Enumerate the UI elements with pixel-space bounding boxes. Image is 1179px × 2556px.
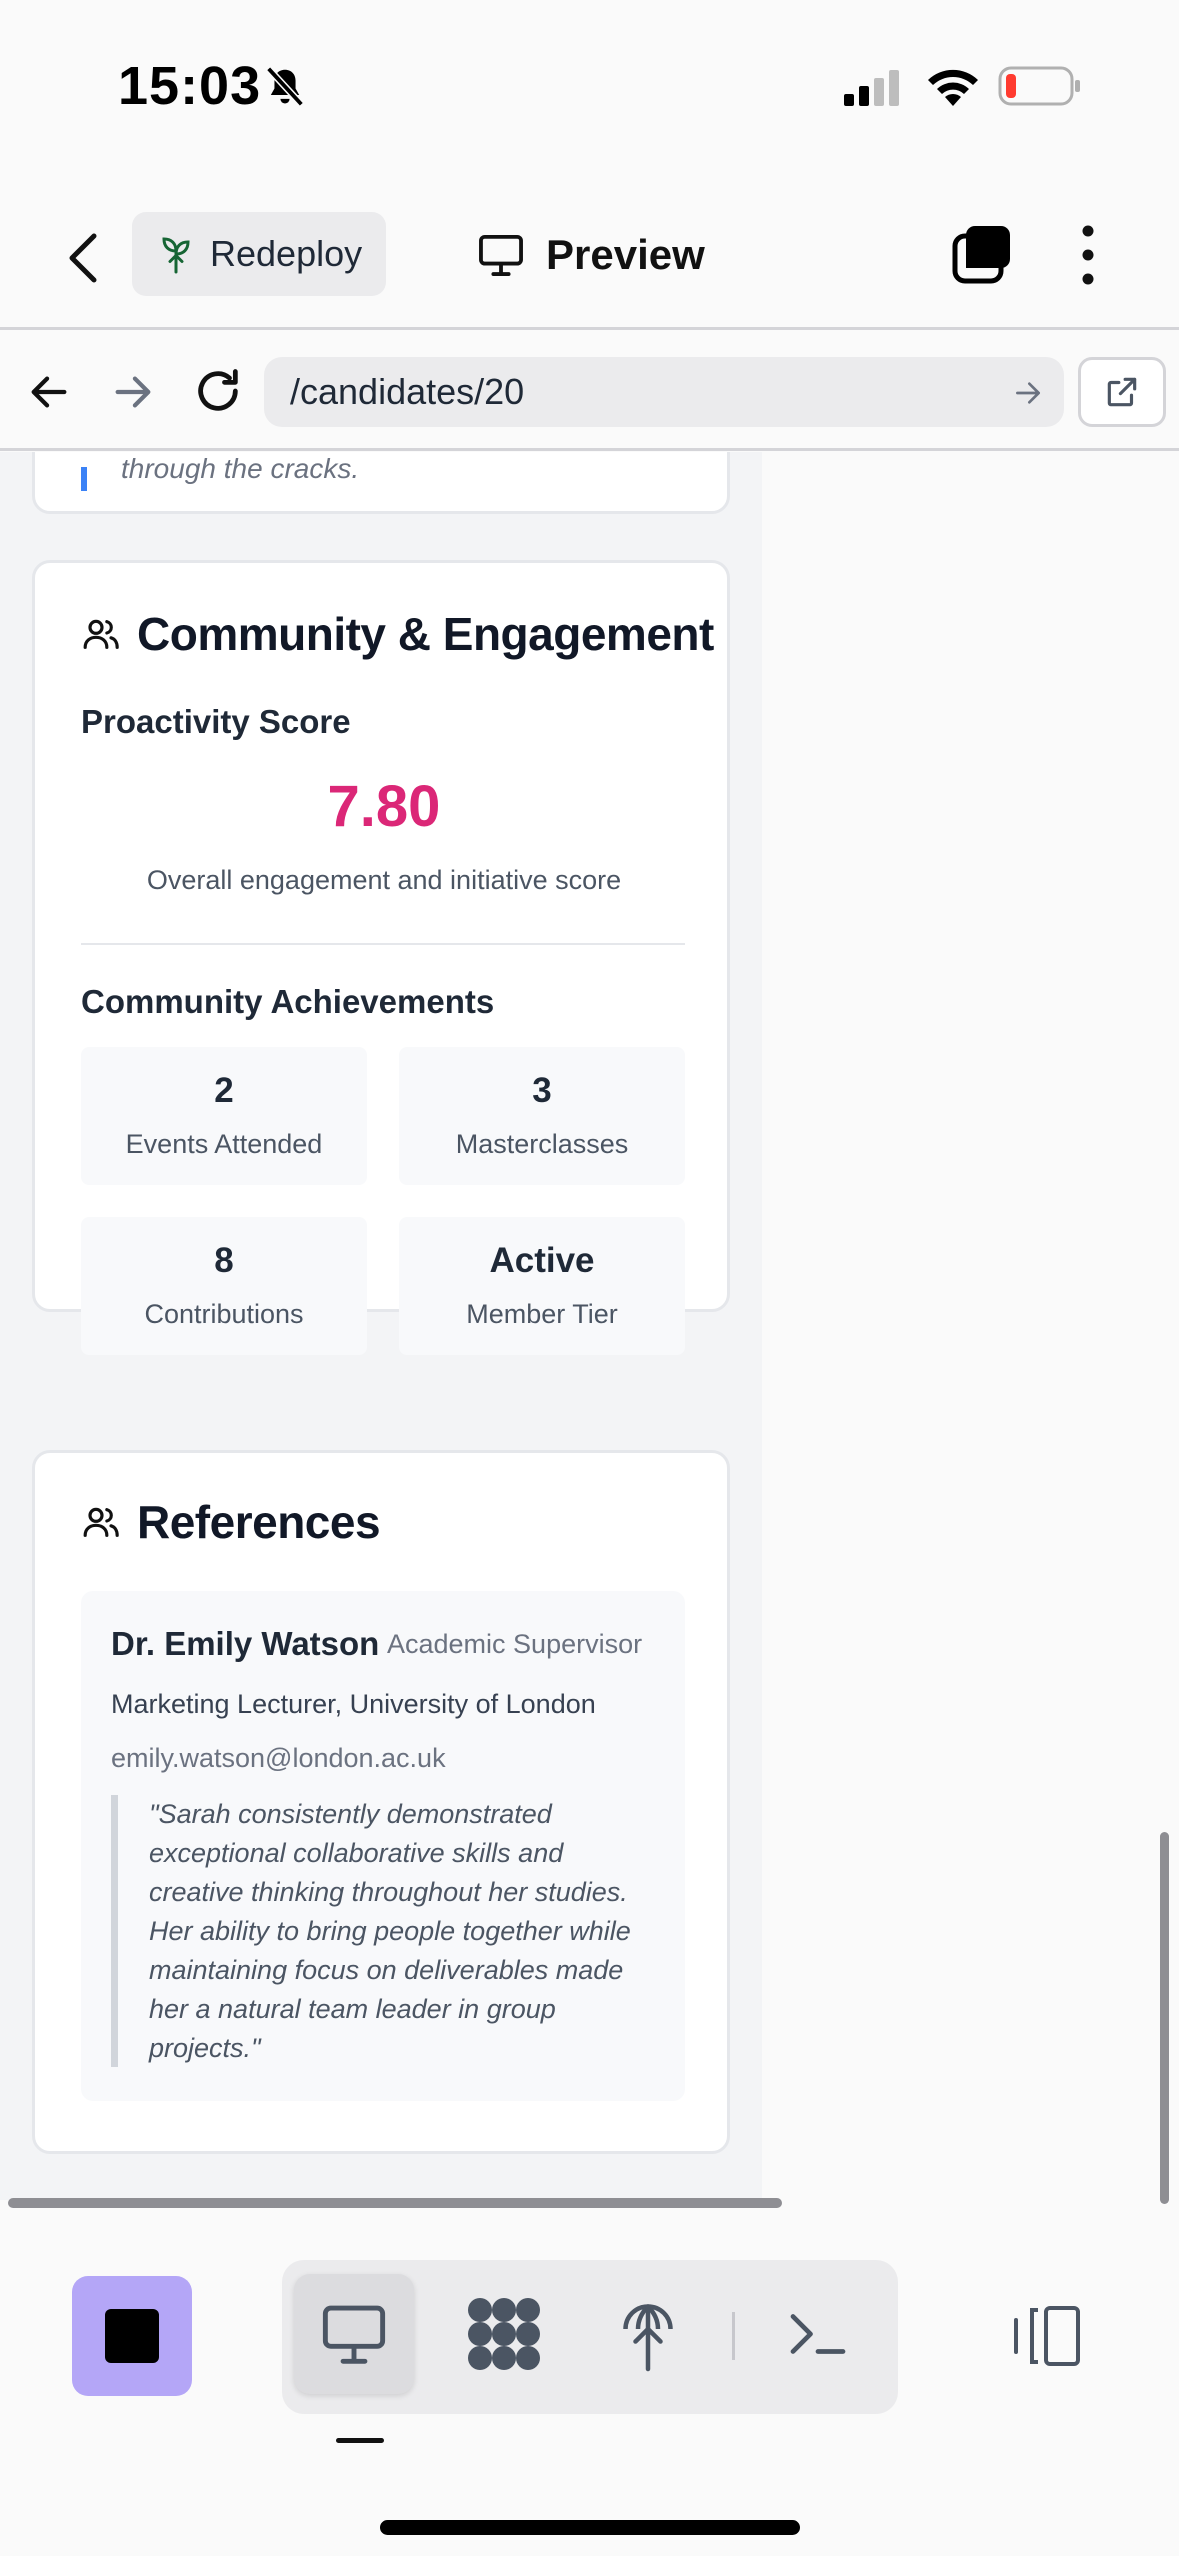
stop-icon bbox=[105, 2309, 159, 2363]
status-bar: 15:03 bbox=[0, 0, 1179, 180]
url-text: /candidates/20 bbox=[290, 371, 525, 412]
segment-separator bbox=[732, 2312, 735, 2360]
vertical-scrollbar[interactable] bbox=[1160, 1832, 1169, 2204]
users-icon bbox=[83, 1507, 119, 1537]
community-title-text: Community & Engagement bbox=[137, 608, 714, 660]
reload-icon[interactable] bbox=[192, 365, 244, 417]
achievement-label: Member Tier bbox=[466, 1299, 618, 1329]
community-engagement-card: Community & Engagement Proactivity Score… bbox=[32, 560, 730, 1355]
arrow-right-icon[interactable] bbox=[1012, 377, 1044, 409]
achievement-value: 3 bbox=[532, 1071, 552, 1110]
reference-item: Dr. Emily Watson Academic Supervisor Mar… bbox=[81, 1591, 685, 2101]
reference-quote: "Sarah consistently demonstrated excepti… bbox=[149, 1799, 631, 2063]
browser-bar: /candidates/20 bbox=[0, 333, 1179, 451]
sprout-icon bbox=[162, 237, 190, 274]
horizontal-scrollbar[interactable] bbox=[8, 2198, 782, 2208]
quote-bar bbox=[111, 1795, 118, 2067]
achievement-value: Active bbox=[489, 1241, 595, 1280]
redeploy-label: Redeploy bbox=[210, 233, 363, 274]
proactivity-caption: Overall engagement and initiative score bbox=[146, 865, 622, 895]
quote-accent-bar bbox=[81, 467, 87, 491]
achievement-label: Masterclasses bbox=[455, 1129, 629, 1159]
view-switcher bbox=[282, 2260, 898, 2414]
arrow-right-icon[interactable] bbox=[110, 369, 156, 415]
preview-tab[interactable]: Preview bbox=[478, 220, 705, 290]
stop-button[interactable] bbox=[72, 2276, 192, 2396]
achievement-label: Contributions bbox=[144, 1299, 304, 1329]
achievement-tile: Active Member Tier bbox=[399, 1217, 685, 1355]
home-indicator bbox=[380, 2520, 800, 2535]
battery-icon bbox=[998, 66, 1080, 106]
divider bbox=[81, 943, 685, 945]
active-tab-indicator bbox=[336, 2438, 384, 2443]
wifi-icon bbox=[928, 69, 978, 106]
bottom-toolbar bbox=[0, 2212, 1179, 2556]
redeploy-button[interactable]: Redeploy bbox=[132, 212, 386, 296]
url-field[interactable]: /candidates/20 bbox=[264, 357, 1064, 427]
achievement-tile: 8 Contributions bbox=[81, 1217, 367, 1355]
reference-role: Academic Supervisor bbox=[387, 1629, 643, 1659]
workspace-view-button[interactable] bbox=[444, 2274, 564, 2394]
community-title: Community & Engagement bbox=[81, 607, 714, 661]
achievement-label: Events Attended bbox=[125, 1129, 323, 1159]
side-panel-icon[interactable] bbox=[1010, 2304, 1082, 2368]
preview-label: Preview bbox=[546, 231, 705, 278]
content-viewport[interactable]: through the cracks. Community & Engageme… bbox=[0, 452, 1179, 2212]
users-icon bbox=[83, 619, 119, 649]
layers-icon[interactable] bbox=[950, 222, 1014, 286]
external-link-icon bbox=[1107, 377, 1137, 407]
previous-card-text: through the cracks. bbox=[121, 453, 360, 484]
references-card: References Dr. Emily Watson Academic Sup… bbox=[32, 1450, 730, 2154]
monitor-icon bbox=[479, 234, 523, 276]
page-column: through the cracks. Community & Engageme… bbox=[0, 452, 762, 2200]
grid-blob-icon bbox=[468, 2298, 540, 2370]
status-time: 15:03 bbox=[118, 56, 262, 116]
arrow-left-icon[interactable] bbox=[26, 369, 72, 415]
chevron-left-icon[interactable] bbox=[60, 230, 110, 286]
open-external-button[interactable] bbox=[1078, 357, 1166, 427]
signal-icon bbox=[844, 70, 899, 106]
achievement-tile: 3 Masterclasses bbox=[399, 1047, 685, 1185]
achievement-tile: 2 Events Attended bbox=[81, 1047, 367, 1185]
references-title: References bbox=[81, 1495, 381, 1549]
bell-slash-icon bbox=[266, 66, 304, 107]
monitor-icon bbox=[322, 2305, 386, 2364]
deploy-view-button[interactable] bbox=[588, 2274, 708, 2394]
proactivity-label: Proactivity Score bbox=[81, 703, 351, 740]
previous-card: through the cracks. bbox=[32, 452, 730, 514]
deploy-icon bbox=[623, 2304, 673, 2372]
achievement-value: 8 bbox=[214, 1241, 234, 1280]
reference-position: Marketing Lecturer, University of London bbox=[111, 1689, 596, 1719]
kebab-menu-icon[interactable] bbox=[1068, 222, 1108, 288]
achievement-value: 2 bbox=[214, 1071, 234, 1110]
preview-view-button[interactable] bbox=[294, 2274, 414, 2394]
terminal-icon bbox=[790, 2314, 846, 2354]
terminal-view-button[interactable] bbox=[758, 2274, 878, 2394]
references-title-text: References bbox=[137, 1496, 381, 1548]
achievements-label: Community Achievements bbox=[81, 983, 495, 1020]
proactivity-score: 7.80 bbox=[327, 774, 441, 839]
app-header: Redeploy Preview bbox=[0, 180, 1179, 330]
reference-name: Dr. Emily Watson bbox=[111, 1625, 380, 1662]
reference-email[interactable]: emily.watson@london.ac.uk bbox=[111, 1743, 446, 1774]
